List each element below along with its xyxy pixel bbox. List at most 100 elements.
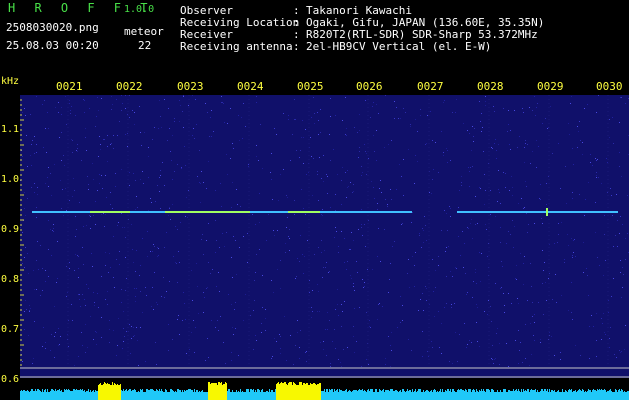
noise-dot	[580, 140, 581, 141]
power-bar	[147, 389, 148, 400]
power-bar	[525, 390, 526, 400]
noise-dot	[151, 202, 152, 203]
noise-dot	[497, 201, 498, 202]
noise-dot	[184, 146, 185, 147]
power-bar	[48, 392, 49, 400]
noise-dot	[334, 329, 335, 330]
noise-dot	[604, 215, 605, 216]
noise-dot	[273, 230, 274, 231]
noise-dot	[122, 348, 123, 349]
noise-dot	[400, 118, 401, 119]
noise-dot	[30, 114, 31, 115]
noise-dot	[426, 240, 427, 241]
noise-dot	[356, 341, 357, 342]
noise-dot	[549, 332, 550, 333]
noise-dot	[203, 182, 204, 183]
noise-dot	[230, 158, 231, 159]
noise-dot	[137, 340, 138, 341]
noise-dot	[125, 108, 126, 109]
noise-dot	[362, 172, 363, 173]
noise-dot	[377, 209, 378, 210]
noise-dot	[582, 154, 583, 155]
power-bar	[505, 389, 506, 400]
power-bar	[20, 391, 21, 400]
noise-dot	[247, 262, 248, 263]
noise-dot	[608, 312, 609, 313]
noise-dot	[215, 220, 216, 221]
power-bar	[382, 390, 383, 400]
noise-dot	[56, 282, 57, 283]
power-bar	[43, 392, 44, 400]
power-bar	[264, 392, 265, 400]
noise-dot	[271, 179, 272, 180]
noise-dot	[90, 216, 91, 217]
noise-dot	[435, 142, 436, 143]
noise-dot	[511, 176, 512, 177]
power-bar	[201, 391, 202, 400]
power-bar	[274, 392, 275, 400]
noise-dot	[286, 227, 287, 228]
noise-dot	[487, 256, 488, 257]
power-bar	[38, 389, 39, 400]
power-bar	[621, 389, 622, 400]
noise-dot	[450, 160, 451, 161]
power-bar	[173, 391, 174, 400]
power-bar	[281, 382, 282, 400]
power-bar	[262, 389, 263, 400]
noise-dot	[376, 104, 377, 105]
power-bar	[47, 389, 48, 400]
noise-dot	[302, 254, 303, 255]
noise-dot	[179, 121, 180, 122]
noise-dot	[552, 153, 553, 154]
noise-dot	[534, 223, 535, 224]
noise-dot	[527, 300, 528, 301]
noise-dot	[572, 319, 573, 320]
power-bar	[493, 390, 494, 400]
power-bar	[33, 391, 34, 400]
noise-dot	[492, 345, 493, 346]
noise-dot	[518, 303, 519, 304]
noise-dot	[48, 276, 49, 277]
noise-dot	[422, 331, 423, 332]
noise-dot	[97, 190, 98, 191]
noise-dot	[441, 131, 442, 132]
noise-dot	[421, 247, 422, 248]
noise-dot	[228, 294, 229, 295]
noise-dot	[314, 123, 315, 124]
power-bar	[128, 390, 129, 400]
noise-dot	[320, 132, 321, 133]
noise-dot	[330, 160, 331, 161]
noise-dot	[169, 281, 170, 282]
noise-dot	[79, 299, 80, 300]
power-bar	[484, 391, 485, 400]
power-bar	[540, 391, 541, 400]
noise-dot	[31, 144, 32, 145]
noise-dot	[534, 314, 535, 315]
power-bar	[567, 392, 568, 400]
noise-dot	[250, 315, 251, 316]
noise-dot	[543, 314, 544, 315]
noise-dot	[599, 265, 600, 266]
noise-dot	[78, 356, 79, 357]
noise-dot	[439, 347, 440, 348]
noise-dot	[520, 342, 521, 343]
noise-dot	[607, 192, 608, 193]
noise-dot	[341, 366, 342, 367]
power-bar	[612, 392, 613, 400]
noise-dot	[235, 240, 236, 241]
noise-dot	[108, 272, 109, 273]
noise-dot	[401, 224, 402, 225]
power-bar	[83, 391, 84, 400]
noise-dot	[157, 304, 158, 305]
noise-dot	[292, 134, 293, 135]
power-bar	[329, 389, 330, 400]
power-bar	[134, 389, 135, 400]
noise-dot	[514, 226, 515, 227]
noise-dot	[52, 230, 53, 231]
noise-dot	[306, 361, 307, 362]
power-bar	[379, 389, 380, 400]
noise-dot	[529, 107, 530, 108]
power-bar	[110, 385, 111, 400]
power-bar	[53, 390, 54, 400]
noise-dot	[308, 172, 309, 173]
